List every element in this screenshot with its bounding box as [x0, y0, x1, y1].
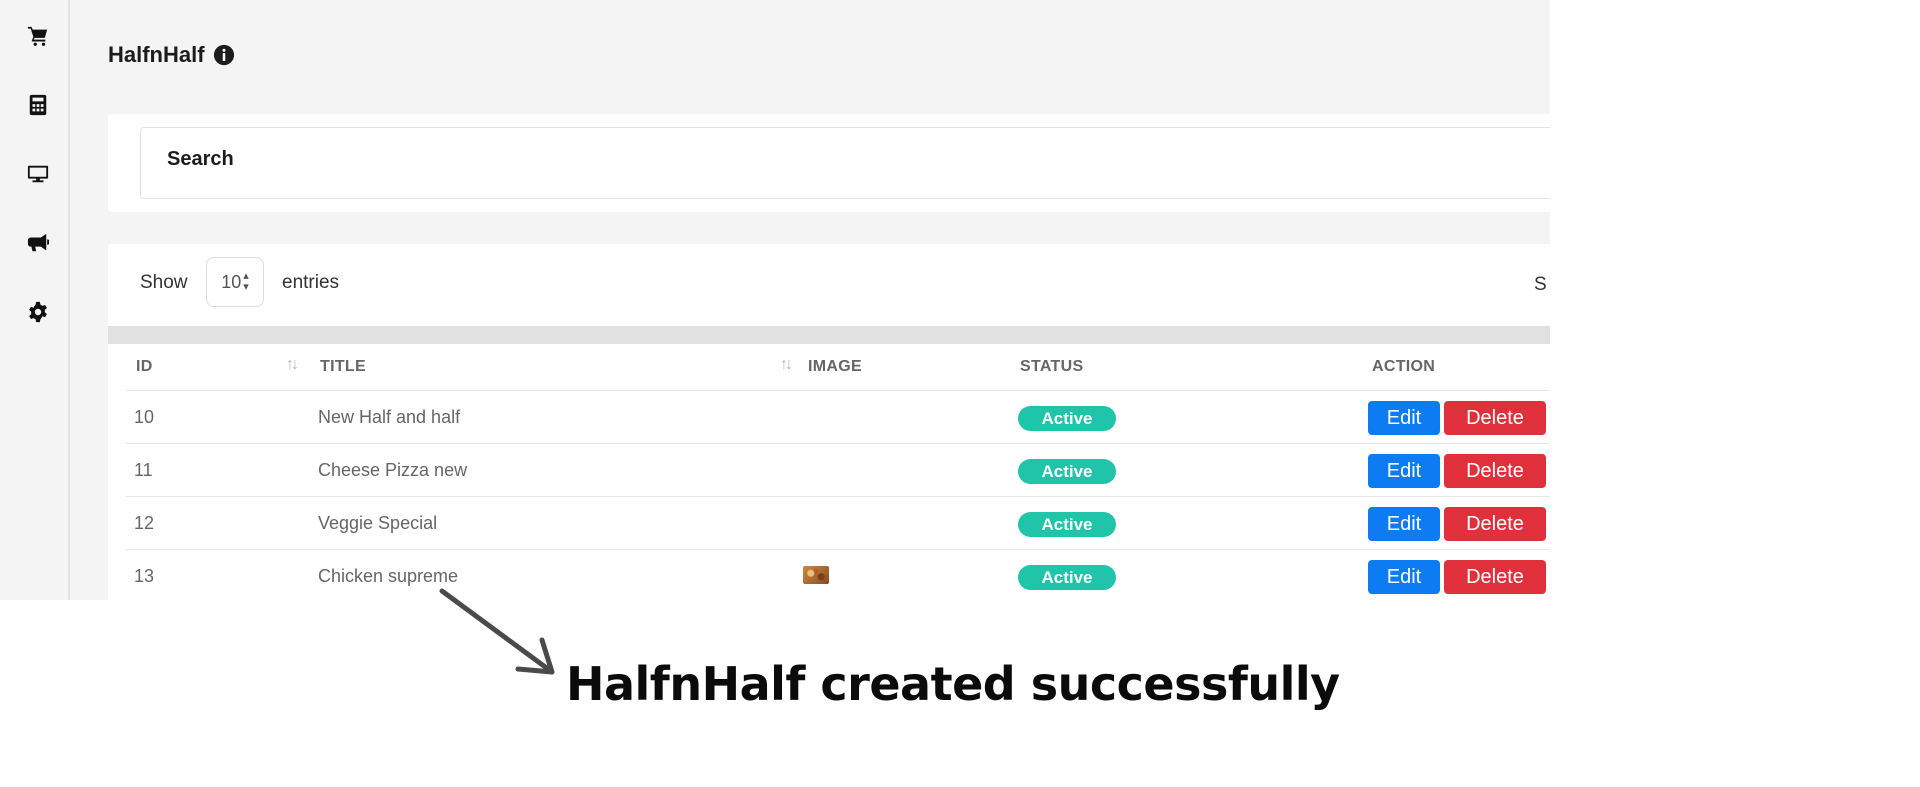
megaphone-icon[interactable]: [22, 227, 54, 259]
row-title: Chicken supreme: [318, 566, 459, 586]
table-search-label: S: [1534, 274, 1547, 295]
row-id: 10: [134, 407, 155, 427]
delete-button[interactable]: Delete: [1444, 454, 1546, 488]
search-panel-header[interactable]: Search: [140, 127, 1550, 199]
column-header-title[interactable]: TITLE: [320, 358, 366, 376]
column-header-action: ACTION: [1372, 358, 1436, 375]
data-table-card: Show 10 ▴ ▾ entries S ID ↑↓ TITLE ↑↓ IMAG…: [108, 244, 1550, 600]
row-id: 12: [134, 513, 155, 533]
row-title: Veggie Special: [318, 513, 438, 533]
edit-button[interactable]: Edit: [1368, 401, 1440, 435]
row-title: New Half and half: [318, 407, 461, 427]
edit-button[interactable]: Edit: [1368, 507, 1440, 541]
row-id: 11: [134, 460, 153, 480]
sidebar: [0, 0, 56, 347]
sort-updown-icon: ▴ ▾: [243, 270, 249, 293]
sort-icon[interactable]: ↑↓: [780, 356, 793, 374]
search-panel-label: Search: [167, 148, 234, 170]
column-header-id[interactable]: ID: [136, 358, 153, 376]
delete-button[interactable]: Delete: [1444, 401, 1546, 435]
column-header-image: IMAGE: [808, 358, 862, 375]
pizza-thumbnail: [803, 566, 829, 584]
row-title: Cheese Pizza new: [318, 460, 468, 480]
entries-per-page-select[interactable]: 10 ▴ ▾: [206, 257, 264, 307]
column-header-status: STATUS: [1020, 358, 1084, 375]
gear-icon[interactable]: [22, 296, 54, 328]
cart-icon[interactable]: [22, 20, 54, 52]
arrow-icon: [439, 588, 555, 675]
table-row: 11 Cheese Pizza new Active Edit Delete: [126, 444, 1550, 497]
page-title: HalfnHalf: [108, 42, 235, 68]
info-icon[interactable]: [213, 44, 235, 66]
show-label: Show: [140, 272, 188, 293]
table-row: 10 New Half and half Active Edit Delete: [126, 391, 1550, 444]
page-title-text: HalfnHalf: [108, 42, 205, 67]
sort-icon[interactable]: ↑↓: [286, 356, 299, 374]
edit-button[interactable]: Edit: [1368, 454, 1440, 488]
calculator-icon[interactable]: [22, 89, 54, 121]
delete-button[interactable]: Delete: [1444, 560, 1546, 594]
status-badge: Active: [1018, 459, 1116, 484]
search-panel: Search: [108, 114, 1550, 212]
table-row: 13 Chicken supreme Active Edit Delete: [126, 550, 1550, 600]
table-row: 12 Veggie Special Active Edit Delete: [126, 497, 1550, 550]
monitor-icon[interactable]: [22, 158, 54, 190]
status-badge: Active: [1018, 406, 1116, 431]
status-badge: Active: [1018, 512, 1116, 537]
data-table: ID ↑↓ TITLE ↑↓ IMAGE STATUS ACTION 10 Ne…: [126, 344, 1550, 600]
table-header: ID ↑↓ TITLE ↑↓ IMAGE STATUS ACTION: [126, 344, 1550, 391]
app-screenshot: HalfnHalf Search Show 10 ▴ ▾ entries S ID…: [0, 0, 1550, 600]
entries-select-value: 10: [221, 271, 242, 292]
entries-label: entries: [282, 272, 340, 293]
success-annotation: HalfnHalf created successfully: [566, 657, 1340, 711]
status-badge: Active: [1018, 565, 1116, 590]
table-band: [108, 326, 1550, 344]
sidebar-divider: [68, 0, 70, 600]
edit-button[interactable]: Edit: [1368, 560, 1440, 594]
delete-button[interactable]: Delete: [1444, 507, 1546, 541]
row-id: 13: [134, 566, 155, 586]
